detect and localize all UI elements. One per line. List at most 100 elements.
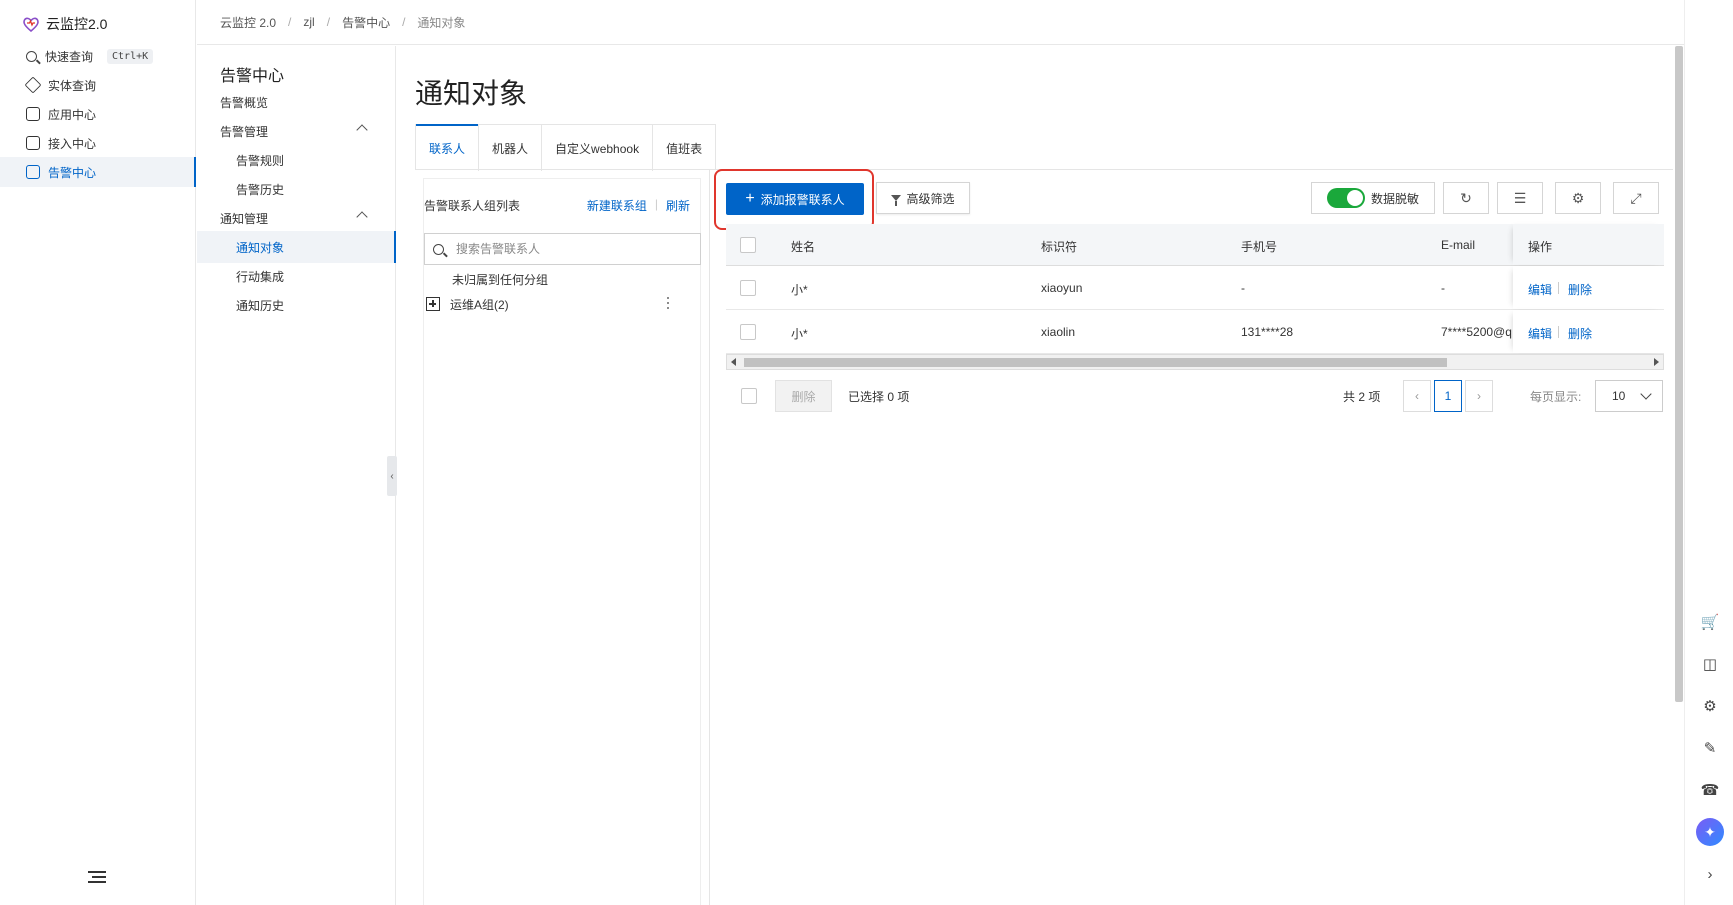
row-checkbox[interactable] <box>740 324 756 340</box>
refresh-link[interactable]: 刷新 <box>666 197 690 214</box>
footer-select-all-checkbox[interactable] <box>741 388 757 404</box>
sidebar-item-alert-overview[interactable]: 告警概览 <box>197 86 396 118</box>
table-row[interactable]: 小* xiaolin 131****28 7****5200@q 编辑 删除 <box>726 310 1664 354</box>
page-size-value: 10 <box>1612 389 1626 403</box>
fullscreen-icon: ⤢ <box>1630 189 1642 206</box>
refresh-button[interactable]: ↻ <box>1443 182 1489 214</box>
advanced-filter-button[interactable]: 高级筛选 <box>876 182 970 214</box>
table-header: 姓名 标识符 手机号 E-mail 操作 <box>726 224 1664 266</box>
sidebar-item-notification-management[interactable]: 通知管理 <box>197 202 396 234</box>
sidebar-item-alert-history[interactable]: 告警历史 <box>197 173 396 205</box>
new-group-link[interactable]: 新建联系组 <box>587 197 647 214</box>
row-checkbox[interactable] <box>740 280 756 296</box>
sidebar-item-alert-rules[interactable]: 告警规则 <box>197 144 396 176</box>
column-header-name[interactable]: 姓名 <box>791 238 815 255</box>
sidebar-item-label: 通知管理 <box>220 211 269 226</box>
delete-link[interactable]: 删除 <box>1568 281 1592 298</box>
search-icon <box>26 50 37 62</box>
gear-icon: ⚙ <box>1571 189 1585 206</box>
filter-icon <box>891 195 902 206</box>
expand-plus-icon[interactable] <box>426 297 440 311</box>
cube-icon <box>24 76 42 94</box>
breadcrumb-item[interactable]: zjl <box>303 15 314 29</box>
prev-page-button[interactable]: ‹ <box>1403 380 1431 412</box>
ungrouped-item[interactable]: 未归属到任何分组 <box>452 271 548 288</box>
nav-item-quick-search[interactable]: 快速查询 Ctrl+K <box>0 41 196 71</box>
settings-button[interactable]: ⚙ <box>1555 182 1601 214</box>
group-name: 运维A组(2) <box>450 297 509 312</box>
nav-item-entity-query[interactable]: 实体查询 <box>0 70 196 100</box>
tab-bar: 联系人 机器人 自定义webhook 值班表 <box>415 124 717 171</box>
page-number[interactable]: 1 <box>1434 380 1462 412</box>
chevron-up-icon <box>356 124 368 136</box>
bar-chart-icon <box>26 107 40 121</box>
contact-group-panel: 告警联系人组列表 新建联系组 | 刷新 未归属到任何分组 运维A组(2) <box>423 178 701 905</box>
more-vertical-icon[interactable] <box>667 297 669 309</box>
table-row[interactable]: 小* xiaoyun - - 编辑 删除 <box>726 266 1664 310</box>
delete-link[interactable]: 删除 <box>1568 325 1592 342</box>
tab-robots[interactable]: 机器人 <box>479 125 543 171</box>
tab-contacts[interactable]: 联系人 <box>416 124 480 171</box>
headset-icon[interactable]: ☎ <box>1698 778 1722 802</box>
gear-icon[interactable]: ⚙ <box>1698 694 1722 718</box>
nav-item-access-center[interactable]: 接入中心 <box>0 128 196 158</box>
tab-duty-roster[interactable]: 值班表 <box>653 125 715 171</box>
column-header-phone[interactable]: 手机号 <box>1241 238 1277 255</box>
column-header-email[interactable]: E-mail <box>1441 238 1475 252</box>
ai-assistant-icon[interactable]: ✦ <box>1696 818 1724 846</box>
sidebar-item-label: 告警管理 <box>220 124 269 139</box>
group-list-title: 告警联系人组列表 <box>424 199 521 213</box>
scroll-right-icon[interactable] <box>1654 358 1659 366</box>
page-size-select[interactable]: 10 <box>1595 380 1663 412</box>
vertical-scrollbar[interactable] <box>1675 46 1683 702</box>
column-header-actions: 操作 <box>1528 240 1553 254</box>
button-label: 添加报警联系人 <box>760 192 845 207</box>
next-page-button[interactable]: › <box>1465 380 1493 412</box>
sidebar-item-notification-targets[interactable]: 通知对象 <box>197 231 396 263</box>
edit-link[interactable]: 编辑 <box>1528 325 1552 342</box>
scroll-thumb[interactable] <box>744 358 1447 367</box>
add-alert-contact-button[interactable]: + 添加报警联系人 <box>726 183 864 215</box>
contact-search <box>424 233 701 265</box>
breadcrumb-current: 通知对象 <box>417 15 466 30</box>
cart-icon[interactable]: 🛒 <box>1698 610 1722 634</box>
nav-item-label: 接入中心 <box>48 136 97 151</box>
batch-delete-button[interactable]: 删除 <box>775 380 832 412</box>
breadcrumb-item[interactable]: 云监控 2.0 <box>220 14 276 31</box>
edit-icon[interactable]: ✎ <box>1698 736 1722 760</box>
chevron-left-icon: ‹ <box>1415 389 1419 403</box>
app-title: 云监控2.0 <box>46 16 108 32</box>
breadcrumb: 云监控 2.0 / zjl / 告警中心 / 通知对象 <box>197 0 1684 45</box>
breadcrumb-item[interactable]: 告警中心 <box>342 14 390 31</box>
sidebar-item-label: 告警概览 <box>220 95 269 110</box>
contact-search-input[interactable] <box>456 242 676 256</box>
console-icon[interactable]: ◫ <box>1698 652 1722 676</box>
nav-item-alert-center[interactable]: 告警中心 <box>0 157 196 187</box>
sidebar-item-alert-management[interactable]: 告警管理 <box>197 115 396 147</box>
cell-identifier: xiaolin <box>1041 325 1076 339</box>
total-count: 共 2 项 <box>1343 390 1381 404</box>
horizontal-scrollbar[interactable] <box>726 354 1664 370</box>
button-label: 高级筛选 <box>906 191 955 206</box>
sidebar-item-notification-history[interactable]: 通知历史 <box>197 289 396 321</box>
collapse-menu-icon[interactable] <box>88 871 106 885</box>
chevron-right-icon[interactable]: › <box>1698 862 1722 886</box>
cloud-monitor-logo-icon <box>23 17 39 33</box>
sidebar-item-action-integration[interactable]: 行动集成 <box>197 260 396 292</box>
tab-custom-webhook[interactable]: 自定义webhook <box>542 125 654 171</box>
toggle-switch[interactable] <box>1326 188 1365 208</box>
select-all-checkbox[interactable] <box>740 237 756 253</box>
collapse-sidebar-handle[interactable]: ‹ <box>387 456 397 496</box>
nav-item-app-center[interactable]: 应用中心 <box>0 99 196 129</box>
column-header-identifier[interactable]: 标识符 <box>1041 238 1077 255</box>
data-masking-toggle[interactable]: 数据脱敏 <box>1311 182 1435 214</box>
group-row[interactable]: 运维A组(2) <box>424 291 701 317</box>
cell-phone: - <box>1241 281 1245 295</box>
fullscreen-button[interactable]: ⤢ <box>1613 182 1659 214</box>
sidebar-item-label: 行动集成 <box>236 269 285 284</box>
edit-link[interactable]: 编辑 <box>1528 281 1552 298</box>
scroll-left-icon[interactable] <box>731 358 736 366</box>
chevron-down-icon <box>1640 388 1652 400</box>
column-settings-button[interactable]: ☰ <box>1497 182 1543 214</box>
app-logo[interactable]: 云监控2.0 <box>22 12 107 36</box>
